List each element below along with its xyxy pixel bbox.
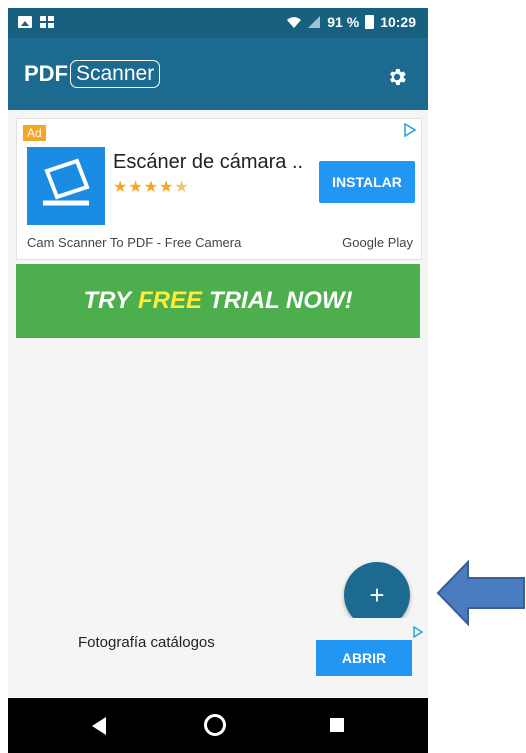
gallery-icon [18, 16, 32, 28]
adchoices-icon[interactable] [412, 626, 424, 638]
app-bar: PDF Scanner [8, 38, 428, 110]
adchoices-icon[interactable] [403, 123, 417, 137]
grid-icon [40, 16, 54, 28]
battery-percent: 91 % [327, 14, 360, 30]
system-nav-bar [8, 698, 428, 753]
bottom-ad-label: Fotografía catálogos [78, 634, 215, 651]
rating-stars: ★★★★★ [113, 179, 190, 196]
wifi-icon [287, 17, 302, 28]
app-logo: PDF Scanner [24, 60, 161, 88]
ad-badge: Ad [23, 125, 46, 141]
install-button[interactable]: INSTALAR [319, 161, 415, 203]
gear-icon[interactable] [386, 66, 408, 88]
status-bar: 91 % 10:29 [8, 8, 428, 38]
battery-icon [365, 15, 375, 29]
app-icon[interactable] [27, 147, 105, 225]
trial-free: FREE [138, 287, 203, 314]
home-icon[interactable] [204, 714, 226, 736]
free-trial-banner[interactable]: TRY FREE TRIAL NOW! [16, 264, 420, 338]
clock: 10:29 [380, 14, 416, 30]
open-button[interactable]: ABRIR [316, 640, 412, 676]
pointer-arrow-icon [436, 559, 525, 627]
bottom-ad-banner[interactable]: Fotografía catálogos ABRIR [8, 618, 428, 698]
ad-description: Cam Scanner To PDF - Free Camera [27, 235, 242, 250]
logo-pdf: PDF [24, 61, 68, 86]
ad-card[interactable]: Ad Escáner de cámara .. ★★★★★ INSTALAR C… [16, 118, 422, 260]
logo-scanner: Scanner [70, 60, 161, 88]
ad-source: Google Play [342, 235, 413, 250]
trial-suffix: TRIAL NOW! [209, 287, 353, 314]
ad-title[interactable]: Escáner de cámara .. [113, 151, 303, 174]
recent-apps-icon[interactable] [330, 718, 344, 732]
phone-screen: 91 % 10:29 PDF Scanner Ad Escáner de cám… [8, 8, 428, 753]
back-icon[interactable] [92, 717, 106, 735]
signal-icon [308, 16, 321, 28]
trial-prefix: TRY [83, 287, 132, 314]
